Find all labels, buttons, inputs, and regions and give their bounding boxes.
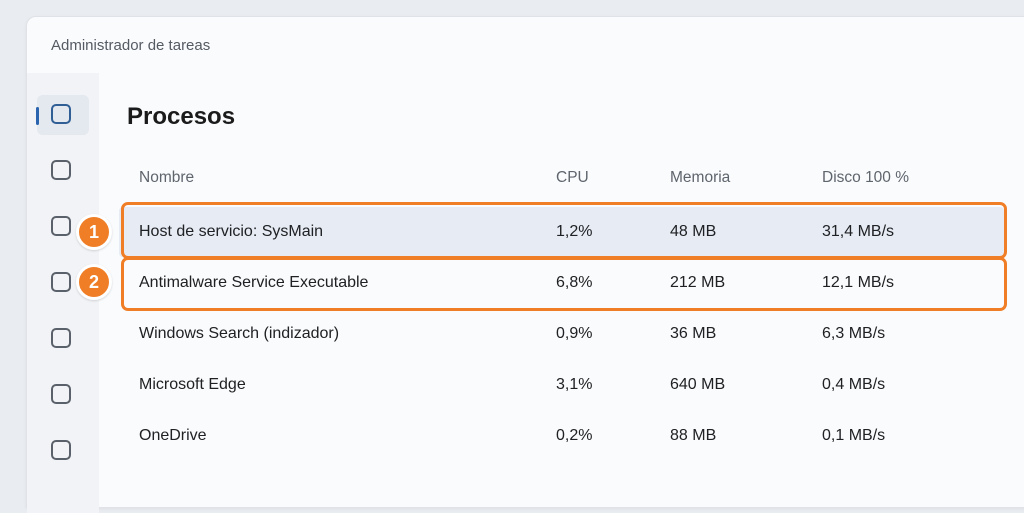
square-icon bbox=[51, 384, 71, 404]
column-header-cpu[interactable]: CPU bbox=[556, 169, 589, 187]
process-name: Antimalware Service Executable bbox=[139, 274, 369, 291]
process-disk: 31,4 MB/s bbox=[822, 223, 895, 240]
process-cpu: 3,1% bbox=[556, 376, 593, 393]
square-icon bbox=[51, 104, 71, 124]
sidebar-item-5[interactable] bbox=[37, 319, 89, 359]
step-badge-2: 2 bbox=[76, 264, 112, 300]
window-title: Administrador de tareas bbox=[51, 37, 211, 54]
process-cpu: 1,2% bbox=[556, 223, 593, 240]
task-manager-window: Administrador de tareas Procesos Nombre … bbox=[26, 16, 1024, 513]
process-cpu: 0,9% bbox=[556, 325, 593, 342]
process-cpu: 0,2% bbox=[556, 427, 593, 444]
process-memory: 640 MB bbox=[670, 376, 726, 393]
column-header-memory[interactable]: Memoria bbox=[670, 169, 730, 187]
step-badge-1: 1 bbox=[76, 214, 112, 250]
sidebar-item-6[interactable] bbox=[37, 375, 89, 415]
square-icon bbox=[51, 272, 71, 292]
sidebar-item-1[interactable] bbox=[36, 95, 89, 135]
process-disk: 0,1 MB/s bbox=[822, 427, 886, 444]
process-cpu: 6,8% bbox=[556, 274, 593, 291]
process-disk: 12,1 MB/s bbox=[822, 274, 895, 291]
sidebar-item-2[interactable] bbox=[37, 151, 89, 191]
sidebar-item-7[interactable] bbox=[37, 431, 89, 471]
active-indicator bbox=[36, 107, 39, 125]
square-icon bbox=[51, 160, 71, 180]
table-row[interactable]: Microsoft Edge 3,1% 640 MB 0,4 MB/s bbox=[119, 360, 1004, 410]
table-row[interactable]: Antimalware Service Executable 6,8% 212 … bbox=[119, 258, 1004, 308]
process-memory: 88 MB bbox=[670, 427, 717, 444]
process-memory: 48 MB bbox=[670, 223, 717, 240]
square-icon bbox=[51, 328, 71, 348]
column-header-disk[interactable]: Disco 100 % bbox=[822, 169, 909, 187]
process-disk: 0,4 MB/s bbox=[822, 376, 886, 393]
process-name: OneDrive bbox=[139, 427, 207, 444]
process-name: Microsoft Edge bbox=[139, 376, 246, 393]
square-icon bbox=[51, 216, 71, 236]
process-name: Host de servicio: SysMain bbox=[139, 223, 324, 240]
table-row[interactable]: OneDrive 0,2% 88 MB 0,1 MB/s bbox=[119, 411, 1004, 461]
square-icon bbox=[51, 440, 71, 460]
process-memory: 36 MB bbox=[670, 325, 717, 342]
column-header-name[interactable]: Nombre bbox=[139, 169, 194, 187]
process-name: Windows Search (indizador) bbox=[139, 325, 340, 342]
table-row[interactable]: Host de servicio: SysMain 1,2% 48 MB 31,… bbox=[119, 207, 1004, 257]
table-row[interactable]: Windows Search (indizador) 0,9% 36 MB 6,… bbox=[119, 309, 1004, 359]
process-disk: 6,3 MB/s bbox=[822, 325, 886, 342]
page-title: Procesos bbox=[127, 103, 236, 130]
process-memory: 212 MB bbox=[670, 274, 726, 291]
